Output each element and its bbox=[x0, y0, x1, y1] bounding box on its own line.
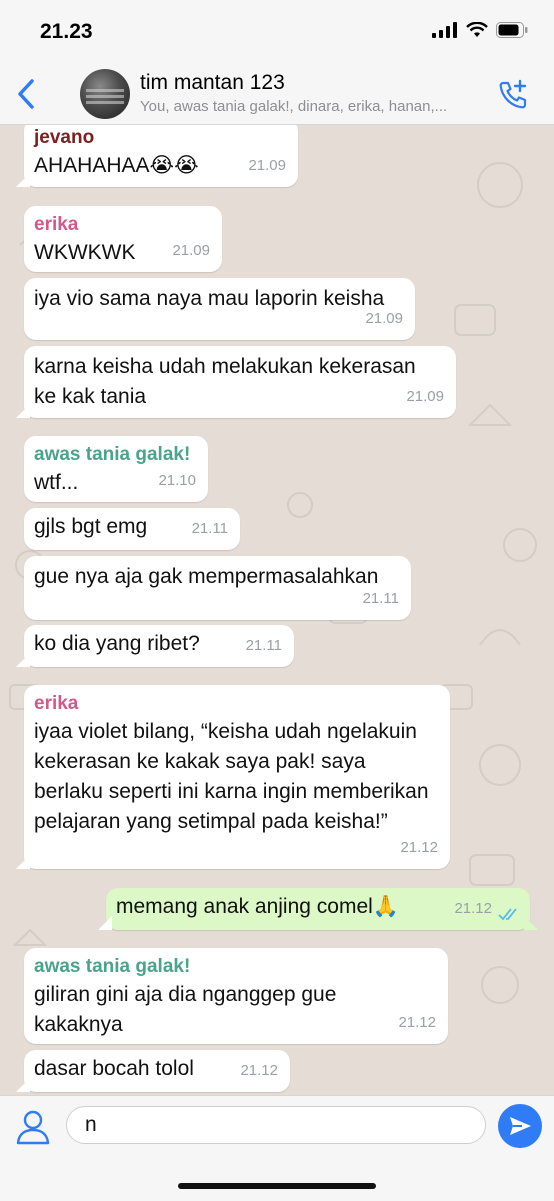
message-text: iyaa violet bilang, “keisha udah ngelaku… bbox=[34, 720, 429, 833]
status-time: 21.23 bbox=[40, 20, 93, 43]
message-sender: erika bbox=[34, 214, 79, 235]
message-text: giliran gini aja dia nganggep gue kakakn… bbox=[34, 983, 337, 1036]
message-time: 21.09 bbox=[406, 388, 444, 405]
message-bubble[interactable]: erika iyaa violet bilang, “keisha udah n… bbox=[16, 685, 450, 869]
message-list[interactable]: jevano AHAHAHAA😭😭 21.09 erika WKWKWK 21.… bbox=[0, 125, 554, 1095]
message-time: 21.09 bbox=[365, 310, 403, 327]
message-sender: jevano bbox=[34, 127, 95, 148]
group-name[interactable]: tim mantan 123 bbox=[140, 71, 285, 95]
chat-header: tim mantan 123 You, awas tania galak!, d… bbox=[0, 66, 554, 125]
send-button[interactable] bbox=[498, 1104, 542, 1148]
message-bubble[interactable]: dasar bocah tolol 21.12 bbox=[16, 1050, 290, 1092]
message-time: 21.11 bbox=[362, 590, 399, 607]
outgoing-message-bubble[interactable]: memang anak anjing comel🙏 21.12 bbox=[98, 888, 538, 930]
battery-icon bbox=[496, 22, 528, 38]
message-text: gue nya aja gak mempermasalahkan bbox=[34, 565, 379, 588]
message-time: 21.09 bbox=[172, 242, 210, 259]
read-receipt-icon bbox=[498, 908, 517, 921]
message-bubble[interactable]: awas tania galak! giliran gini aja dia n… bbox=[24, 948, 448, 1044]
send-arrow-icon bbox=[510, 1117, 531, 1135]
status-icons bbox=[432, 22, 528, 38]
message-bubble[interactable]: karna keisha udah melakukan kekerasan ke… bbox=[16, 346, 456, 418]
message-time: 21.09 bbox=[248, 157, 286, 174]
group-avatar[interactable] bbox=[80, 69, 130, 119]
message-time: 21.12 bbox=[400, 839, 438, 856]
chevron-left-icon[interactable] bbox=[12, 76, 42, 112]
message-sender: erika bbox=[34, 693, 79, 714]
message-bubble[interactable]: iya vio sama naya mau laporin keisha 21.… bbox=[24, 278, 415, 340]
home-indicator bbox=[178, 1183, 376, 1189]
message-bubble[interactable]: erika WKWKWK 21.09 bbox=[24, 206, 222, 272]
message-bubble[interactable]: jevano AHAHAHAA😭😭 21.09 bbox=[16, 125, 298, 187]
person-icon[interactable] bbox=[14, 1108, 52, 1146]
message-sender: awas tania galak! bbox=[34, 956, 191, 977]
message-sender: awas tania galak! bbox=[34, 444, 191, 465]
message-bubble[interactable]: gue nya aja gak mempermasalahkan 21.11 bbox=[24, 556, 411, 620]
message-input[interactable]: n bbox=[66, 1106, 486, 1144]
message-time: 21.11 bbox=[245, 637, 282, 654]
message-time: 21.12 bbox=[240, 1062, 278, 1079]
wifi-icon bbox=[466, 22, 488, 37]
message-text: iya vio sama naya mau laporin keisha bbox=[34, 287, 385, 310]
message-time: 21.10 bbox=[158, 472, 196, 489]
phone-plus-icon[interactable] bbox=[496, 78, 530, 112]
message-time: 21.11 bbox=[191, 520, 228, 537]
message-text: karna keisha udah melakukan kekerasan ke… bbox=[34, 355, 416, 408]
message-bubble[interactable]: awas tania galak! wtf... 21.10 bbox=[24, 436, 208, 502]
group-members[interactable]: You, awas tania galak!, dinara, erika, h… bbox=[140, 98, 480, 115]
message-bubble[interactable]: ko dia yang ribet? 21.11 bbox=[16, 625, 294, 667]
signal-icon bbox=[432, 22, 457, 38]
message-time: 21.12 bbox=[454, 900, 492, 917]
message-bubble[interactable]: gjls bgt emg 21.11 bbox=[24, 508, 240, 550]
status-bar: 21.23 bbox=[0, 0, 554, 66]
message-time: 21.12 bbox=[398, 1014, 436, 1031]
